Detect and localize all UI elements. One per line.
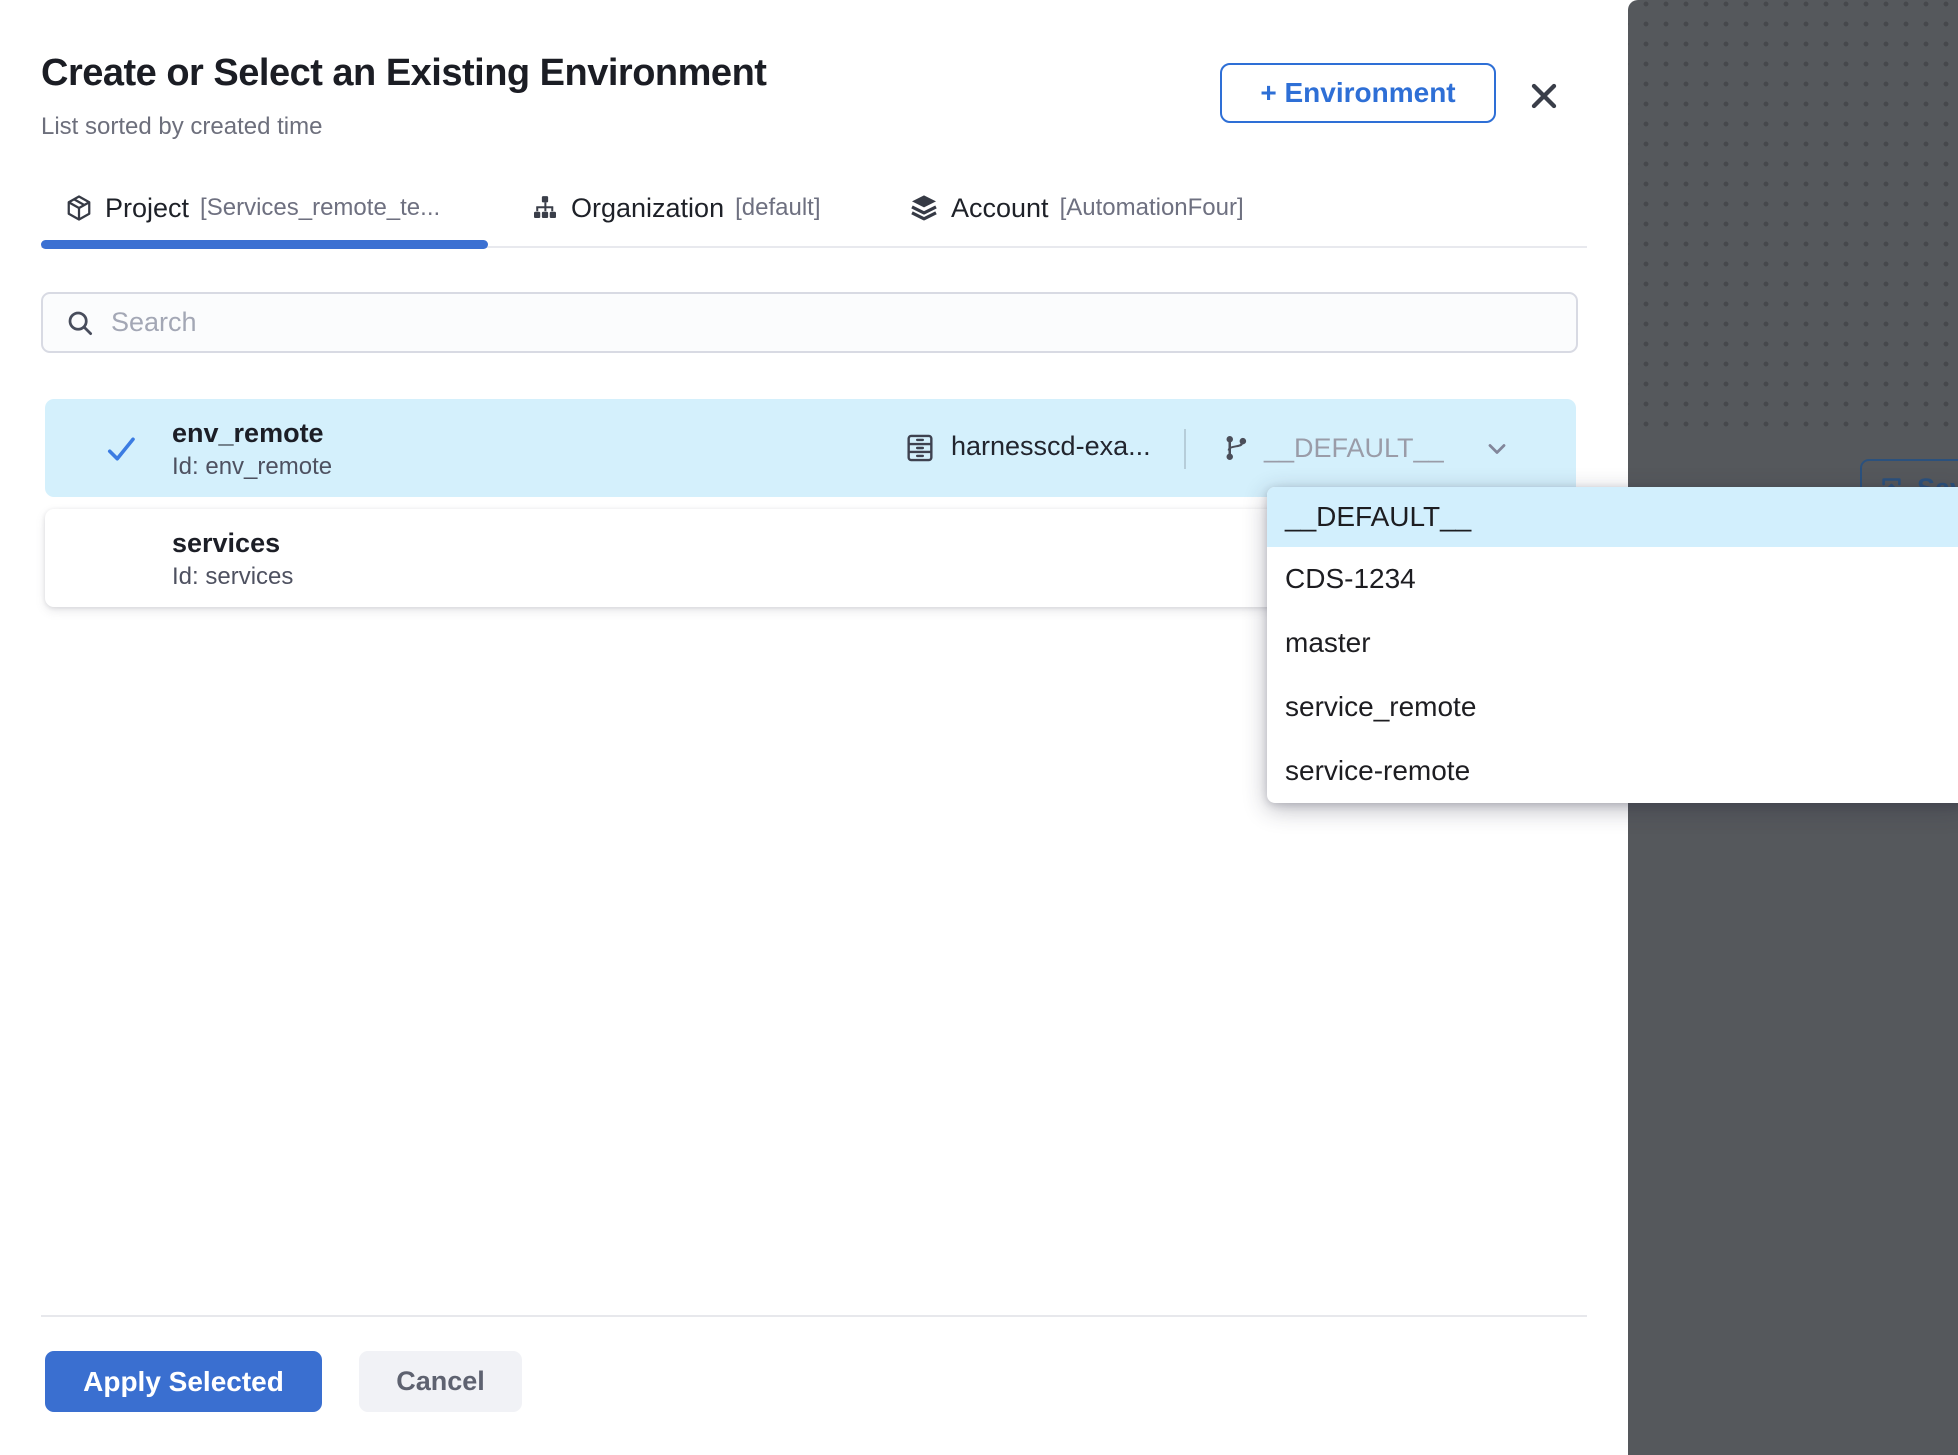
environment-id: Id: env_remote	[172, 451, 332, 482]
environment-id: Id: services	[172, 561, 293, 592]
chevron-down-icon[interactable]	[1483, 435, 1511, 463]
branch-option-service-dash-remote[interactable]: service-remote	[1267, 739, 1958, 803]
environment-name: services	[172, 525, 293, 561]
modal-subtitle: List sorted by created time	[41, 113, 322, 141]
git-branch-icon	[1221, 432, 1251, 464]
search-box	[41, 292, 1578, 353]
layers-icon	[908, 192, 940, 224]
screen: Save Create or Select an Existing Enviro…	[0, 0, 1958, 1455]
cancel-button[interactable]: Cancel	[359, 1351, 522, 1412]
tab-account[interactable]: Account [AutomationFour]	[908, 186, 1244, 230]
search-input[interactable]	[111, 307, 1576, 338]
row-divider	[1184, 429, 1186, 469]
tab-project-scope: [Services_remote_te...	[200, 194, 440, 222]
cube-icon	[64, 193, 94, 223]
tab-organization-scope: [default]	[735, 194, 820, 222]
canvas-dot-grid	[1628, 0, 1958, 436]
repository-icon	[903, 431, 937, 465]
close-icon[interactable]	[1524, 76, 1564, 116]
environment-row-texts: services Id: services	[172, 525, 293, 592]
selected-branch-name: __DEFAULT__	[1264, 433, 1444, 464]
search-icon	[65, 308, 95, 338]
org-chart-icon	[530, 193, 560, 223]
branch-option-service-underscore-remote[interactable]: service_remote	[1267, 675, 1958, 739]
tab-project-label: Project	[105, 193, 189, 224]
branch-dropdown-menu: __DEFAULT__ CDS-1234 master service_remo…	[1267, 487, 1958, 803]
branch-option-default[interactable]: __DEFAULT__	[1267, 487, 1958, 547]
repository-name: harnesscd-exa...	[951, 431, 1151, 462]
branch-option-master[interactable]: master	[1267, 611, 1958, 675]
checkmark-icon	[103, 431, 139, 467]
environment-row-texts: env_remote Id: env_remote	[172, 415, 332, 482]
environment-name: env_remote	[172, 415, 332, 451]
tab-account-label: Account	[951, 193, 1049, 224]
active-tab-underline	[41, 240, 488, 249]
tab-project[interactable]: Project [Services_remote_te...	[64, 186, 440, 230]
modal-title: Create or Select an Existing Environment	[41, 52, 766, 95]
apply-selected-button[interactable]: Apply Selected	[45, 1351, 322, 1412]
tab-account-scope: [AutomationFour]	[1060, 194, 1244, 222]
tab-organization[interactable]: Organization [default]	[530, 186, 821, 230]
footer-divider	[41, 1315, 1587, 1317]
new-environment-button[interactable]: + Environment	[1220, 63, 1496, 123]
branch-option-cds-1234[interactable]: CDS-1234	[1267, 547, 1958, 611]
tab-organization-label: Organization	[571, 193, 724, 224]
environment-row-env-remote[interactable]: env_remote Id: env_remote harnesscd-exa.…	[45, 399, 1576, 497]
new-environment-label: + Environment	[1260, 77, 1455, 109]
